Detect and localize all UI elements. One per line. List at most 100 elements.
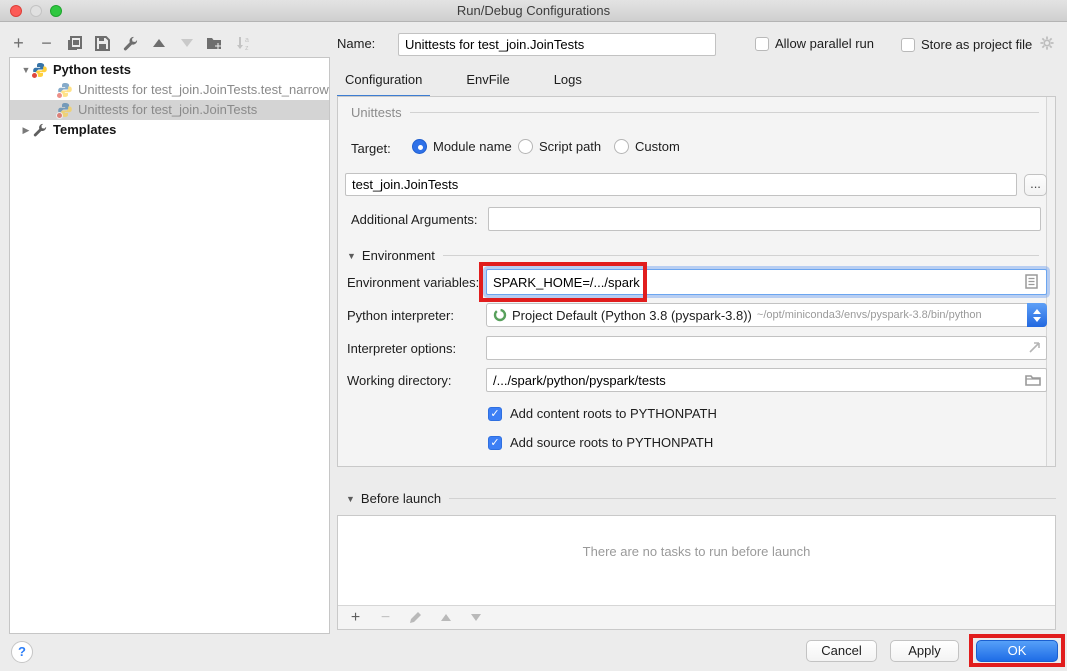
store-as-project-file-label: Store as project file	[921, 37, 1032, 52]
svg-text:z: z	[245, 45, 249, 51]
run-debug-configurations-dialog: Run/Debug Configurations + − az ▼	[0, 0, 1067, 671]
edit-templates-wrench-icon[interactable]	[122, 35, 139, 52]
python-tests-icon	[32, 62, 48, 78]
python-test-icon	[57, 82, 73, 98]
python-interpreter-value: Project Default (Python 3.8 (pyspark-3.8…	[512, 308, 752, 323]
folder-browse-icon[interactable]	[1025, 373, 1041, 389]
add-content-roots-checkbox[interactable]: ✓ Add content roots to PYTHONPATH	[488, 406, 717, 421]
section-divider	[449, 498, 1056, 499]
tree-item-templates[interactable]: ▶ Templates	[10, 120, 329, 140]
tab-logs[interactable]: Logs	[546, 68, 590, 98]
move-down-icon[interactable]	[178, 35, 195, 52]
vertical-scrollbar[interactable]	[1046, 97, 1055, 466]
browse-button[interactable]: ...	[1024, 174, 1047, 196]
section-divider	[410, 112, 1039, 113]
python-test-icon	[57, 102, 73, 118]
tree-item-python-tests[interactable]: ▼ Python tests	[10, 60, 329, 80]
configurations-tree: ▼ Python tests Unittests for test_join.J…	[9, 57, 330, 634]
add-configuration-icon[interactable]: +	[10, 35, 27, 52]
templates-wrench-icon	[32, 122, 48, 138]
sort-configurations-icon[interactable]: az	[234, 35, 251, 52]
working-directory-input[interactable]	[486, 368, 1047, 392]
environment-section-label: Environment	[362, 248, 435, 263]
interpreter-options-label: Interpreter options:	[347, 341, 456, 356]
target-script-path-radio[interactable]: Script path	[518, 139, 601, 154]
remove-configuration-icon[interactable]: −	[38, 35, 55, 52]
target-custom-label: Custom	[635, 139, 680, 154]
interpreter-options-input[interactable]	[486, 336, 1047, 360]
save-configuration-icon[interactable]	[94, 35, 111, 52]
section-divider	[443, 255, 1039, 256]
test-badge-icon	[56, 92, 63, 99]
checkbox-unchecked-icon[interactable]	[901, 38, 915, 52]
interpreter-stepper-button[interactable]	[1027, 303, 1047, 327]
target-module-name-radio[interactable]: Module name	[412, 139, 512, 154]
title-bar: Run/Debug Configurations	[0, 0, 1067, 22]
help-button[interactable]: ?	[11, 641, 33, 663]
allow-parallel-run-label: Allow parallel run	[775, 36, 874, 51]
checkbox-unchecked-icon[interactable]	[755, 37, 769, 51]
before-launch-panel: There are no tasks to run before launch …	[337, 515, 1056, 630]
copy-configuration-icon[interactable]	[66, 35, 83, 52]
add-task-icon[interactable]: +	[347, 609, 364, 626]
tab-envfile[interactable]: EnvFile	[458, 68, 517, 98]
chevron-right-icon[interactable]: ▶	[20, 120, 32, 140]
radio-unselected-icon[interactable]	[614, 139, 629, 154]
working-directory-label: Working directory:	[347, 373, 452, 388]
env-variables-list-icon[interactable]	[1025, 274, 1038, 292]
test-badge-icon	[56, 112, 63, 119]
environment-variables-input[interactable]	[486, 269, 1047, 295]
radio-selected-icon[interactable]	[412, 139, 427, 154]
before-launch-section-label: Before launch	[361, 491, 441, 506]
target-module-name-label: Module name	[433, 139, 512, 154]
checkbox-checked-icon[interactable]: ✓	[488, 407, 502, 421]
additional-arguments-label: Additional Arguments:	[351, 212, 477, 227]
target-label: Target:	[351, 141, 391, 156]
move-task-up-icon[interactable]	[437, 609, 454, 626]
checkbox-checked-icon[interactable]: ✓	[488, 436, 502, 450]
python-interpreter-label: Python interpreter:	[347, 308, 454, 323]
move-up-icon[interactable]	[150, 35, 167, 52]
before-launch-toolbar: + −	[338, 605, 1055, 629]
window-title: Run/Debug Configurations	[0, 3, 1067, 18]
target-custom-radio[interactable]: Custom	[614, 139, 680, 154]
cancel-button[interactable]: Cancel	[806, 640, 877, 662]
add-source-roots-checkbox[interactable]: ✓ Add source roots to PYTHONPATH	[488, 435, 713, 450]
radio-unselected-icon[interactable]	[518, 139, 533, 154]
environment-section-header[interactable]: ▼ Environment	[347, 248, 1039, 263]
configuration-panel: Unittests Target: Module name Script pat…	[337, 96, 1056, 467]
svg-text:a: a	[245, 37, 249, 44]
configuration-tabs: Configuration EnvFile Logs	[337, 68, 590, 98]
add-content-roots-label: Add content roots to PYTHONPATH	[510, 406, 717, 421]
python-interpreter-combobox[interactable]: Project Default (Python 3.8 (pyspark-3.8…	[486, 303, 1047, 327]
tree-item-unittests-jointests-selected[interactable]: Unittests for test_join.JoinTests	[10, 100, 329, 120]
tree-item-unittests-test-narrow[interactable]: Unittests for test_join.JoinTests.test_n…	[10, 80, 329, 100]
chevron-down-icon[interactable]: ▼	[346, 494, 355, 504]
chevron-up-icon	[1033, 309, 1041, 314]
gear-icon[interactable]	[1040, 36, 1054, 53]
test-badge-icon	[31, 72, 38, 79]
name-label: Name:	[337, 36, 375, 51]
ok-button[interactable]: OK	[976, 640, 1058, 662]
apply-button[interactable]: Apply	[890, 640, 959, 662]
edit-task-pencil-icon[interactable]	[407, 609, 424, 626]
before-launch-section-header[interactable]: ▼ Before launch	[346, 491, 1056, 506]
expand-field-icon[interactable]	[1028, 341, 1041, 357]
store-as-project-file-checkbox[interactable]: Store as project file	[901, 36, 1054, 53]
move-task-down-icon[interactable]	[467, 609, 484, 626]
environment-variables-label: Environment variables:	[347, 275, 479, 290]
allow-parallel-run-checkbox[interactable]: Allow parallel run	[755, 36, 874, 51]
chevron-down-icon[interactable]: ▼	[347, 251, 356, 261]
target-module-input[interactable]	[345, 173, 1017, 196]
chevron-down-icon[interactable]: ▼	[20, 60, 32, 80]
name-input[interactable]	[398, 33, 716, 56]
create-folder-icon[interactable]	[206, 35, 223, 52]
python-interpreter-path: ~/opt/miniconda3/envs/pyspark-3.8/bin/py…	[757, 309, 982, 321]
tab-configuration[interactable]: Configuration	[337, 68, 430, 98]
remove-task-icon[interactable]: −	[377, 609, 394, 626]
additional-arguments-input[interactable]	[488, 207, 1041, 231]
unittests-section-header: Unittests	[351, 105, 1039, 120]
target-script-path-label: Script path	[539, 139, 601, 154]
unittests-section-label: Unittests	[351, 105, 402, 120]
before-launch-empty-text: There are no tasks to run before launch	[338, 544, 1055, 559]
